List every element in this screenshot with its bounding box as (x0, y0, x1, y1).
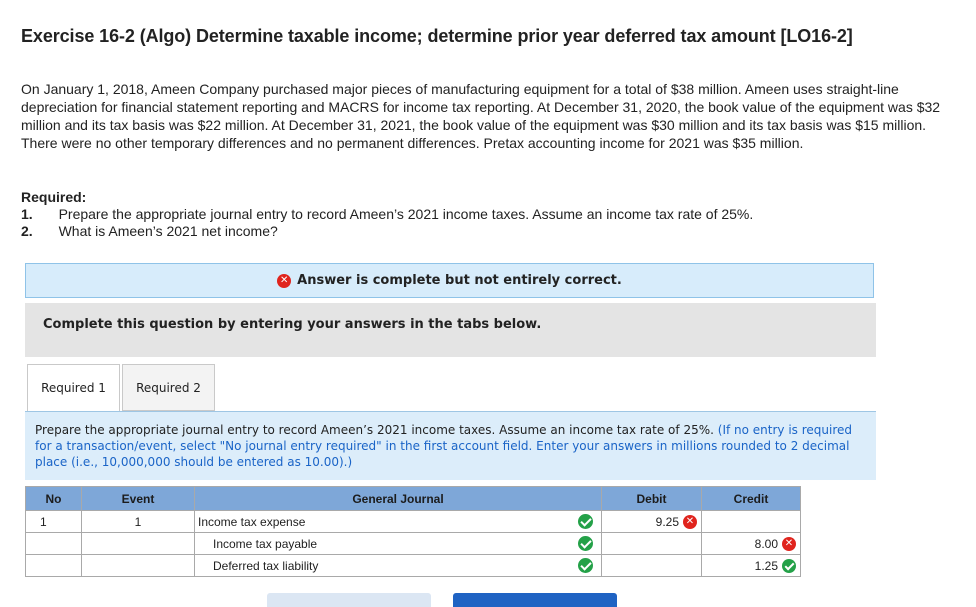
account-select[interactable]: Deferred tax liability (195, 555, 601, 576)
required-item-text: What is Ameen’s 2021 net income? (58, 223, 278, 239)
table-row: Income tax payable 8.00 ✕ (25, 532, 801, 555)
table-row: 1 1 Income tax expense 9.25 ✕ (25, 510, 801, 533)
account-name: Deferred tax liability (213, 558, 319, 573)
required-item-number: 2. (21, 223, 33, 239)
required-item-number: 1. (21, 206, 33, 222)
instruction-text: Prepare the appropriate journal entry to… (35, 423, 714, 437)
event-number: 1 (134, 514, 142, 529)
credit-input[interactable]: 1.25 (702, 555, 800, 576)
debit-input[interactable] (602, 555, 701, 576)
previous-button[interactable] (267, 593, 431, 607)
account-select[interactable]: Income tax payable (195, 533, 601, 554)
answer-status-banner: ✕ Answer is complete but not entirely co… (25, 263, 874, 298)
required-header: Required: (21, 189, 87, 205)
x-circle-icon: ✕ (782, 537, 796, 551)
check-circle-icon (782, 559, 796, 573)
required-section: Required: 1. Prepare the appropriate jou… (21, 189, 753, 240)
problem-text: On January 1, 2018, Ameen Company purcha… (21, 81, 941, 151)
journal-entry-table: No Event General Journal Debit Credit 1 … (25, 486, 801, 577)
column-header-event: Event (81, 486, 195, 511)
check-circle-icon (578, 558, 593, 573)
column-header-general-journal: General Journal (194, 486, 602, 511)
x-circle-icon: ✕ (683, 515, 697, 529)
table-row: Deferred tax liability 1.25 (25, 554, 801, 577)
check-circle-icon (578, 514, 593, 529)
table-header-row: No Event General Journal Debit Credit (25, 486, 801, 511)
credit-value: 8.00 (754, 536, 778, 551)
event-number (82, 555, 194, 576)
next-button[interactable] (453, 593, 617, 607)
tab-instructions: Prepare the appropriate journal entry to… (25, 412, 876, 480)
answer-status-text: Answer is complete but not entirely corr… (297, 273, 622, 288)
account-name: Income tax expense (198, 514, 306, 529)
column-header-no: No (25, 486, 82, 511)
required-item-2: 2. What is Ameen’s 2021 net income? (21, 223, 753, 240)
complete-instructions: Complete this question by entering your … (25, 303, 876, 357)
column-header-debit: Debit (601, 486, 702, 511)
entry-number (26, 533, 81, 554)
debit-value: 9.25 (655, 514, 679, 529)
required-item-text: Prepare the appropriate journal entry to… (58, 206, 754, 222)
entry-number (26, 555, 81, 576)
column-header-credit: Credit (701, 486, 801, 511)
tab-required-1[interactable]: Required 1 (27, 364, 120, 412)
debit-input[interactable]: 9.25 ✕ (602, 511, 701, 532)
credit-input[interactable]: 8.00 ✕ (702, 533, 800, 554)
account-select[interactable]: Income tax expense (195, 511, 601, 532)
entry-number: 1 (40, 514, 47, 529)
event-number (82, 533, 194, 554)
required-item-1: 1. Prepare the appropriate journal entry… (21, 206, 753, 223)
credit-value: 1.25 (754, 558, 778, 573)
credit-input[interactable] (702, 511, 800, 532)
check-circle-icon (578, 536, 593, 551)
debit-input[interactable] (602, 533, 701, 554)
exercise-title: Exercise 16-2 (Algo) Determine taxable i… (21, 26, 853, 46)
x-circle-icon: ✕ (277, 273, 292, 288)
account-name: Income tax payable (213, 536, 318, 551)
tab-required-2[interactable]: Required 2 (122, 364, 215, 411)
